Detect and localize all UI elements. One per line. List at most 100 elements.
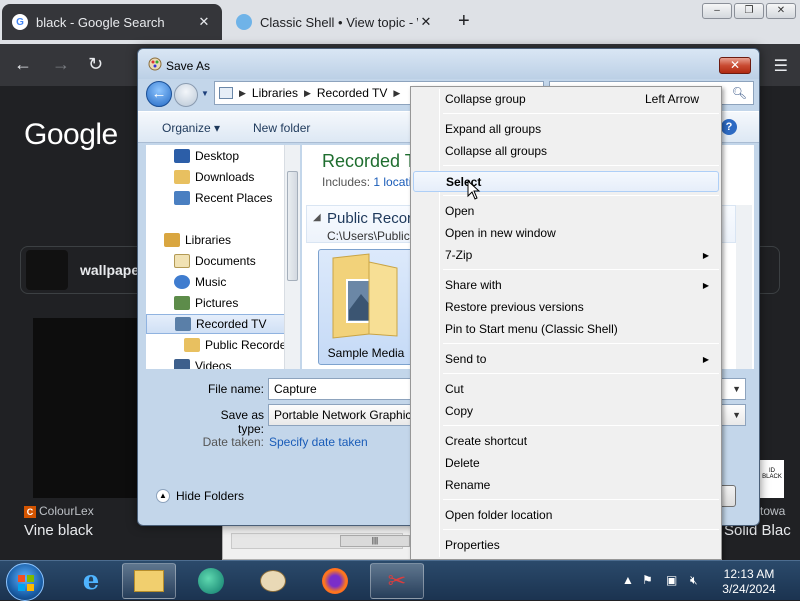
recorded-tv-icon (175, 317, 191, 331)
show-hidden-icons-icon[interactable]: ▲ (622, 573, 634, 587)
dialog-titlebar[interactable]: Save As ✕ (138, 49, 759, 79)
menu-item-expand-all-groups[interactable]: Expand all groups (413, 119, 719, 140)
nav-item-pictures[interactable]: Pictures (146, 293, 296, 313)
menu-item-open[interactable]: Open (413, 201, 719, 222)
menu-item-7zip[interactable]: 7-Zip ▶ (413, 245, 719, 266)
breadcrumb-recorded-tv[interactable]: Recorded TV (317, 86, 387, 100)
menu-item-delete[interactable]: Delete (413, 453, 719, 474)
menu-item-collapse-all-groups[interactable]: Collapse all groups (413, 141, 719, 162)
pictures-icon (174, 296, 190, 310)
chevron-down-icon[interactable]: ▼ (732, 405, 741, 425)
tab-google-search[interactable]: G black - Google Search ✕ (2, 4, 222, 40)
menu-separator (443, 269, 719, 270)
volume-muted-icon[interactable]: 🔇︎ (690, 573, 698, 588)
recent-locations-dropdown-icon[interactable]: ▼ (201, 89, 209, 98)
menu-item-create-shortcut[interactable]: Create shortcut (413, 431, 719, 452)
menu-item-select[interactable]: Select (413, 171, 719, 192)
menu-item-open-folder-location[interactable]: Open folder location (413, 505, 719, 526)
image-caption-left[interactable]: Vine black (24, 522, 93, 539)
network-icon[interactable]: ▣ (666, 573, 677, 587)
nav-item-music[interactable]: Music (146, 272, 296, 292)
organize-button[interactable]: Organize ▾ (162, 121, 220, 135)
edge-icon[interactable] (184, 563, 238, 599)
clock[interactable]: 12:13 AM 3/24/2024 (718, 567, 780, 597)
menu-item-pin-to-start[interactable]: Pin to Start menu (Classic Shell) (413, 319, 719, 340)
restore-button[interactable]: ❐ (734, 3, 764, 19)
hide-folders-button[interactable]: ▲ Hide Folders (156, 489, 244, 503)
google-logo[interactable]: Google (24, 118, 118, 152)
folder-tile-sample-media[interactable]: Sample Media (318, 249, 414, 365)
nav-item-public-recorded[interactable]: Public Recorde (146, 335, 296, 355)
search-icon[interactable]: 🔍︎ (732, 86, 747, 100)
chevron-down-icon[interactable]: ▼ (732, 379, 741, 399)
music-icon (174, 275, 190, 289)
help-icon[interactable]: ? (721, 119, 737, 135)
includes-locations-link[interactable]: 1 locati (373, 175, 411, 189)
nav-item-downloads[interactable]: Downloads (146, 167, 296, 187)
internet-explorer-icon[interactable]: e (64, 563, 118, 599)
menu-item-properties[interactable]: Properties (413, 535, 719, 556)
dialog-close-button[interactable]: ✕ (719, 57, 751, 74)
nav-item-recent-places[interactable]: Recent Places (146, 188, 296, 208)
nav-item-libraries[interactable]: Libraries (146, 230, 296, 250)
menu-item-copy[interactable]: Copy (413, 401, 719, 422)
nav-item-documents[interactable]: Documents (146, 251, 296, 271)
forward-icon[interactable] (174, 83, 198, 107)
menu-item-share-with[interactable]: Share with ▶ (413, 275, 719, 296)
back-icon[interactable]: ← (146, 81, 172, 107)
breadcrumb-separator-icon: ▶ (239, 87, 246, 98)
file-name-value: Capture (274, 382, 317, 396)
image-source-right[interactable]: towa (760, 504, 785, 518)
menu-item-label: Cut (445, 382, 464, 396)
browser-menu-icon[interactable]: ☰ (774, 56, 788, 76)
image-result-solid-black[interactable]: ID BLACK (760, 460, 784, 498)
menu-item-label: Restore previous versions (445, 300, 584, 314)
classic-shell-favicon-icon (236, 14, 252, 30)
menu-item-rename[interactable]: Rename (413, 475, 719, 496)
collapse-chevron-icon[interactable]: ◢ (313, 212, 321, 223)
file-explorer-icon[interactable] (122, 563, 176, 599)
menu-item-cut[interactable]: Cut (413, 379, 719, 400)
scroll-thumb[interactable]: ||| (340, 535, 410, 547)
nav-item-desktop[interactable]: Desktop (146, 146, 296, 166)
documents-icon (174, 254, 190, 268)
scroll-thumb[interactable] (287, 171, 298, 281)
paint-app-icon (148, 57, 162, 71)
snipping-tool-icon[interactable]: ✂ (370, 563, 424, 599)
nav-item-recorded-tv[interactable]: Recorded TV (146, 314, 296, 334)
paint-icon[interactable] (246, 563, 300, 599)
menu-separator (443, 195, 719, 196)
start-button[interactable] (6, 563, 44, 601)
nav-pane-scrollbar[interactable] (284, 145, 300, 369)
tab-classic-shell[interactable]: Classic Shell • View topic - Windo ✕ (226, 4, 444, 40)
menu-separator (443, 165, 719, 166)
reload-icon[interactable]: ↻ (88, 54, 103, 74)
menu-separator (443, 343, 719, 344)
forward-arrow-icon[interactable]: → (52, 54, 70, 74)
breadcrumb-libraries[interactable]: Libraries (252, 86, 298, 100)
menu-item-restore-previous-versions[interactable]: Restore previous versions (413, 297, 719, 318)
firefox-icon[interactable] (308, 563, 362, 599)
new-folder-button[interactable]: New folder (253, 121, 310, 135)
specify-date-link[interactable]: Specify date taken (269, 435, 368, 449)
image-source-left[interactable]: C ColourLex (24, 504, 94, 518)
tab-close-icon[interactable]: ✕ (418, 14, 434, 30)
tab-close-icon[interactable]: ✕ (196, 14, 212, 30)
menu-item-collapse-group[interactable]: Collapse group Left Arrow (413, 89, 719, 110)
menu-item-label: Delete (445, 456, 480, 470)
nav-item-videos[interactable]: Videos (146, 356, 296, 369)
window-close-button[interactable]: ✕ (766, 3, 796, 19)
menu-separator (443, 373, 719, 374)
breadcrumb-separator-icon[interactable]: ▶ (393, 88, 400, 99)
result-title[interactable]: wallpape (80, 262, 139, 278)
menu-item-send-to[interactable]: Send to ▶ (413, 349, 719, 370)
minimize-button[interactable]: – (702, 3, 732, 19)
action-center-flag-icon[interactable]: ⚑ (642, 573, 653, 587)
back-arrow-icon[interactable]: ← (14, 54, 32, 74)
breadcrumb-separator-icon[interactable]: ▶ (304, 88, 311, 99)
result-thumbnail (26, 250, 68, 290)
new-tab-button[interactable]: + (458, 10, 470, 32)
menu-item-open-new-window[interactable]: Open in new window (413, 223, 719, 244)
horizontal-scrollbar[interactable]: ||| (231, 533, 410, 549)
content-scrollbar[interactable] (736, 205, 752, 369)
